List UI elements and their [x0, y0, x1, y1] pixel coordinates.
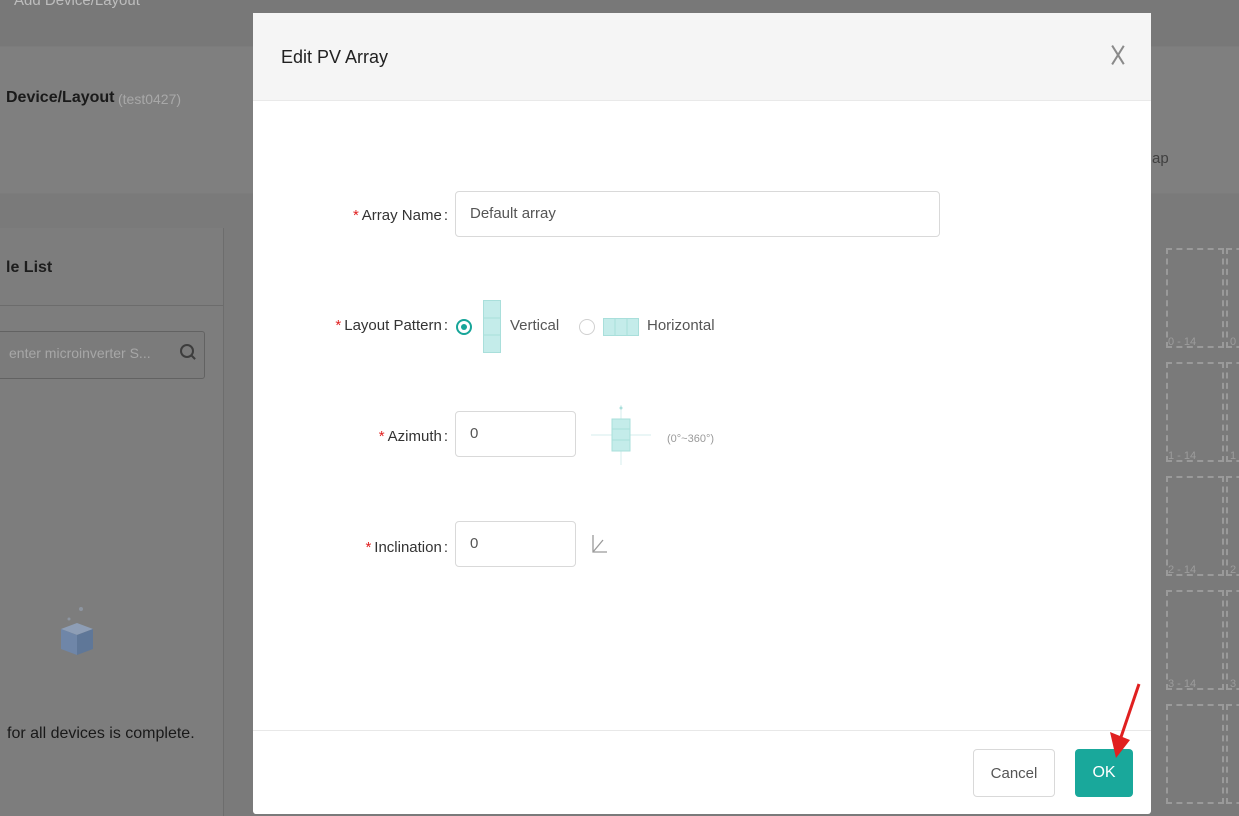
layout-grid-cell — [1226, 590, 1239, 690]
dialog-title: Edit PV Array — [281, 47, 389, 67]
azimuth-label: * Azimuth: — [378, 428, 448, 445]
red-arrow-icon — [1110, 683, 1141, 758]
inclination-label: * Inclination: — [365, 539, 448, 556]
close-icon[interactable] — [1109, 45, 1127, 63]
azimuth-range-hint: (0°~360°) — [667, 433, 715, 445]
inclination-input[interactable]: 0 — [455, 521, 576, 567]
required-mark: * — [335, 317, 342, 334]
grid-cell-label: 0 — [1230, 336, 1237, 348]
page-subtitle: (test0427) — [118, 91, 182, 107]
grid-cell-label: 3 - 14 — [1168, 678, 1197, 690]
layout-grid-cell — [1166, 704, 1224, 804]
grid-cell-label: 0 - 14 — [1168, 336, 1197, 348]
layout-grid-cell — [1226, 704, 1239, 804]
compass-module-icon — [591, 405, 651, 465]
grid-cell-label: 2 - 14 — [1168, 564, 1197, 576]
vertical-module-icon — [483, 300, 501, 353]
required-mark: * — [378, 428, 385, 445]
vertical-option-label[interactable]: Vertical — [510, 317, 559, 334]
search-placeholder: enter microinverter S... — [9, 345, 151, 361]
layout-grid-cell — [1226, 248, 1239, 348]
empty-state-text: for all devices is complete. — [7, 725, 195, 742]
horizontal-option-label[interactable]: Horizontal — [647, 317, 715, 334]
grid-cell-label: 2 — [1230, 564, 1237, 576]
layout-grid-cell — [1226, 476, 1239, 576]
vertical-radio[interactable] — [456, 319, 472, 335]
empty-box-icon — [61, 607, 93, 655]
dialog-footer-divider — [253, 730, 1151, 731]
layout-grid-cell — [1166, 248, 1224, 348]
layout-grid-cell — [1226, 362, 1239, 462]
layout-grid-cell — [1166, 590, 1224, 690]
breadcrumb: Add Device/Layout — [14, 0, 140, 9]
dialog-header: Edit PV Array — [253, 13, 1151, 101]
grid-cell-label: 1 - 14 — [1168, 450, 1197, 462]
horizontal-radio[interactable] — [579, 319, 595, 335]
layout-grid-cell — [1166, 362, 1224, 462]
grid-cell-label: 3 — [1230, 678, 1237, 690]
page-title: Device/Layout — [6, 89, 115, 106]
tab-cut-text: ap — [1152, 150, 1169, 167]
edit-pv-array-dialog: Edit PV Array * Array Name: Default array… — [253, 13, 1151, 814]
array-name-label: * Array Name: — [352, 207, 448, 224]
array-name-input[interactable]: Default array — [455, 191, 940, 237]
device-list-title: le List — [6, 259, 53, 276]
required-mark: * — [352, 207, 359, 224]
layout-pattern-label: * Layout Pattern: — [335, 317, 448, 334]
azimuth-input[interactable]: 0 — [455, 411, 576, 457]
angle-icon — [592, 535, 607, 553]
search-icon — [180, 344, 194, 358]
horizontal-module-icon — [603, 318, 639, 336]
divider — [0, 305, 223, 306]
grid-cell-label: 1 — [1230, 450, 1237, 462]
cancel-button[interactable]: Cancel — [973, 749, 1055, 797]
layout-grid-cell — [1166, 476, 1224, 576]
required-mark: * — [365, 539, 372, 556]
search-input[interactable]: enter microinverter S... — [0, 331, 205, 379]
